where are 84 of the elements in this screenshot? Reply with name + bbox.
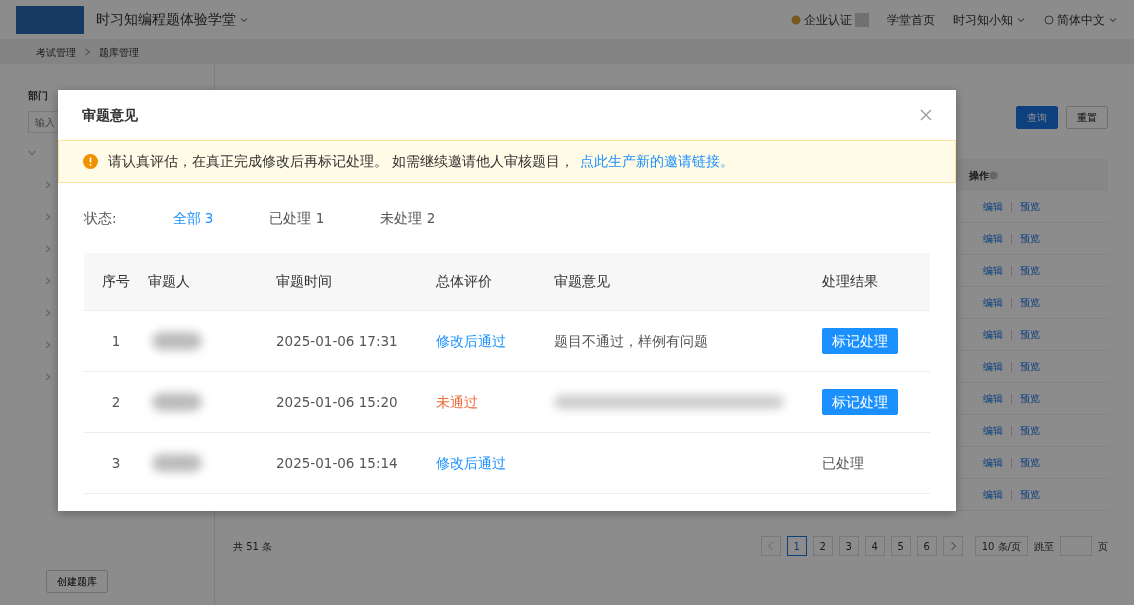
action-link[interactable]: 编辑: [983, 263, 1003, 278]
chevron-right-icon[interactable]: [44, 309, 52, 317]
action-link[interactable]: 预览: [1020, 423, 1040, 438]
avatar-icon: [855, 12, 869, 27]
action-link[interactable]: 编辑: [983, 327, 1003, 342]
warning-icon: [83, 154, 98, 169]
verdict-text: 修改后通过: [436, 453, 507, 473]
status-label: 状态:: [84, 208, 117, 228]
globe-icon: [1044, 14, 1054, 25]
chevron-right-icon[interactable]: [44, 245, 52, 253]
table-cell-text: 2025-01-06 15:14: [276, 453, 399, 473]
chevron-right-icon[interactable]: [44, 213, 52, 221]
page-button[interactable]: 1: [786, 536, 807, 556]
column-header: 总体评价: [436, 272, 493, 292]
action-link[interactable]: 预览: [1020, 359, 1040, 374]
action-link[interactable]: 编辑: [983, 423, 1003, 438]
chevron-down-icon[interactable]: [28, 149, 36, 157]
invite-link[interactable]: 点此生产新的邀请链接。: [580, 153, 735, 170]
dialog-title: 审题意见: [82, 105, 138, 125]
status-filter-tab[interactable]: 全部 3: [172, 207, 214, 229]
table-cell-text: 2: [110, 392, 122, 412]
badge-icon: [791, 14, 801, 25]
action-link[interactable]: 编辑: [983, 391, 1003, 406]
chevron-right-icon: [84, 48, 91, 56]
nav-link[interactable]: 学堂首页: [887, 10, 935, 29]
action-link[interactable]: 编辑: [983, 295, 1003, 310]
action-link[interactable]: 预览: [1020, 327, 1040, 342]
column-header: 审题意见: [554, 272, 611, 292]
table-cell-text: 1: [110, 331, 122, 351]
search-button[interactable]: 查询: [1016, 106, 1058, 129]
sidebar-title: 部门: [28, 89, 49, 103]
action-link[interactable]: 预览: [1020, 231, 1040, 246]
action-link[interactable]: 预览: [1020, 487, 1040, 502]
column-header: 操作: [969, 168, 989, 183]
page-button[interactable]: 2: [812, 536, 833, 556]
chevron-right-icon[interactable]: [44, 341, 52, 349]
reset-button[interactable]: 重置: [1066, 106, 1108, 129]
action-link[interactable]: 编辑: [983, 231, 1003, 246]
status-filter-tab[interactable]: 未处理 2: [380, 207, 436, 229]
chevron-right-icon[interactable]: [44, 373, 52, 381]
action-link[interactable]: 预览: [1020, 199, 1040, 214]
help-icon: [989, 170, 998, 180]
action-link[interactable]: 编辑: [983, 199, 1003, 214]
create-button[interactable]: 创建题库: [46, 570, 108, 593]
certification-label: 企业认证: [804, 11, 852, 29]
breadcrumb-item[interactable]: 考试管理: [36, 44, 76, 60]
page-size-select[interactable]: 10 条/页: [974, 536, 1028, 556]
table-cell-text: 3: [110, 453, 122, 473]
action-link[interactable]: 预览: [1020, 455, 1040, 470]
result-text: 已处理: [822, 453, 865, 473]
page-button[interactable]: 4: [864, 536, 885, 556]
action-link[interactable]: 预览: [1020, 391, 1040, 406]
verdict-text: 修改后通过: [436, 331, 507, 351]
next-page-icon[interactable]: [942, 536, 963, 556]
action-link[interactable]: 预览: [1020, 263, 1040, 278]
action-link[interactable]: 编辑: [983, 359, 1003, 374]
verdict-text: 未通过: [436, 392, 479, 412]
table-cell-text: 2025-01-06 15:20: [276, 392, 399, 412]
close-icon[interactable]: [920, 109, 932, 121]
page-button[interactable]: 5: [890, 536, 911, 556]
page-unit: 页: [1098, 539, 1108, 554]
total-count: 共 51 条: [233, 539, 273, 554]
column-header: 序号: [101, 272, 131, 292]
jump-label: 跳至: [1034, 539, 1054, 554]
chevron-right-icon[interactable]: [44, 277, 52, 285]
breadcrumb-item: 题库管理: [99, 45, 139, 60]
notice-text: 请认真评估，在真正完成修改后再标记处理。 如需继续邀请他人审核题目， 点此生产新的邀请链接。: [108, 152, 735, 172]
table-cell-text: 2025-01-06 17:31: [276, 331, 399, 351]
nav-link[interactable]: 时习知小知: [953, 10, 1013, 29]
table-cell: 题目不通过，样例有问题: [554, 332, 708, 349]
column-header: 审题时间: [276, 272, 333, 292]
column-header: 审题人: [148, 272, 191, 292]
column-header: 处理结果: [822, 272, 879, 292]
chevron-right-icon[interactable]: [44, 181, 52, 189]
mark-handled-button[interactable]: 标记处理: [822, 327, 898, 355]
mark-handled-button[interactable]: 标记处理: [822, 388, 898, 416]
status-filter-tab[interactable]: 已处理 1: [269, 207, 325, 229]
action-link[interactable]: 编辑: [983, 487, 1003, 502]
action-link[interactable]: 预览: [1020, 295, 1040, 310]
page-button[interactable]: 6: [916, 536, 937, 556]
page-button[interactable]: 3: [838, 536, 859, 556]
site-title[interactable]: 时习知编程题体验学堂: [96, 9, 236, 30]
action-link[interactable]: 编辑: [983, 455, 1003, 470]
nav-link[interactable]: 简体中文: [1057, 10, 1105, 29]
